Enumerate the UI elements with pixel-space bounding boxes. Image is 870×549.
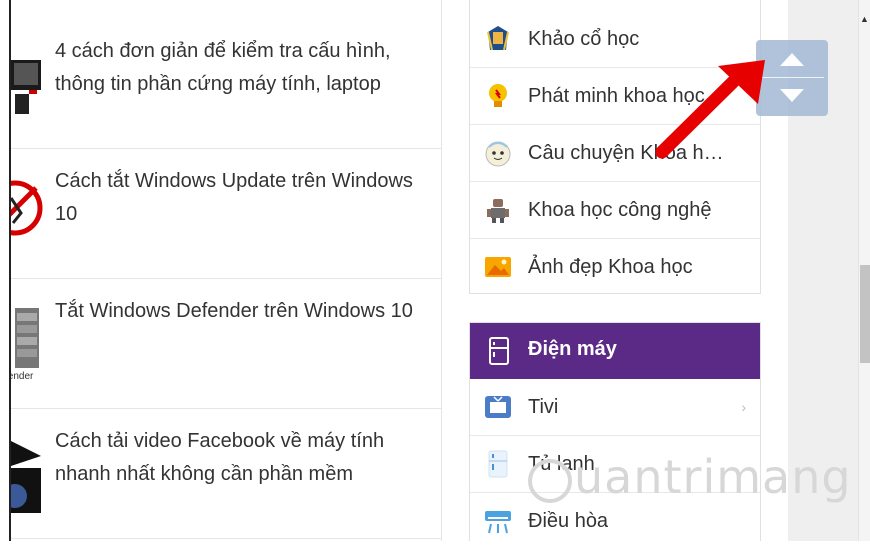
article-thumbnail bbox=[11, 50, 43, 122]
category-label: Ảnh đẹp Khoa học bbox=[528, 255, 693, 278]
article-thumbnail: fender bbox=[11, 303, 43, 393]
fridge-icon bbox=[488, 450, 508, 478]
scrollbar-thumb[interactable] bbox=[860, 265, 870, 363]
lightbulb-icon bbox=[489, 84, 507, 107]
article-item[interactable]: 4 cách đơn giản để kiểm tra cấu hình, th… bbox=[11, 0, 441, 149]
watermark-text: uantrimang bbox=[574, 450, 852, 504]
category-item-technology[interactable]: Khoa học công nghệ bbox=[470, 182, 760, 239]
air-conditioner-icon bbox=[485, 511, 511, 534]
category-label: Điều hòa bbox=[528, 509, 609, 532]
page-left-edge bbox=[0, 0, 11, 541]
watermark-logo: uantrimang bbox=[528, 450, 852, 504]
fridge-outline-icon bbox=[489, 337, 509, 365]
scroll-to-top-icon[interactable] bbox=[778, 50, 806, 68]
article-item[interactable]: fender Tắt Windows Defender trên Windows… bbox=[11, 278, 441, 409]
tv-icon bbox=[485, 396, 511, 418]
pharaoh-icon bbox=[487, 26, 509, 51]
article-thumbnail bbox=[11, 436, 43, 516]
robot-icon bbox=[487, 199, 509, 223]
article-title[interactable]: Cách tải video Facebook về máy tính nhan… bbox=[55, 425, 435, 491]
thumbnail-caption: fender bbox=[11, 371, 34, 382]
article-title[interactable]: 4 cách đơn giản để kiểm tra cấu hình, th… bbox=[55, 35, 435, 101]
category-label: Khảo cổ học bbox=[528, 28, 640, 50]
article-title[interactable]: Tắt Windows Defender trên Windows 10 bbox=[55, 295, 435, 328]
category-label: Tivi bbox=[528, 395, 559, 418]
electronics-category-menu: Điện máy Tivi › Tủ lạnh Điều hòa bbox=[469, 322, 761, 541]
red-annotation-arrow-icon bbox=[655, 60, 765, 159]
article-item[interactable]: Cách tải video Facebook về máy tính nhan… bbox=[11, 408, 441, 539]
article-thumbnail bbox=[11, 168, 43, 240]
article-item[interactable]: Cách tắt Windows Update trên Windows 10 bbox=[11, 148, 441, 279]
electronics-header[interactable]: Điện máy bbox=[470, 323, 760, 379]
article-list: 4 cách đơn giản để kiểm tra cấu hình, th… bbox=[11, 0, 442, 541]
picture-icon bbox=[485, 257, 511, 277]
chevron-right-icon: › bbox=[741, 399, 746, 415]
scroll-up-arrow-icon[interactable]: ▲ bbox=[860, 14, 869, 24]
electronics-header-label: Điện máy bbox=[528, 338, 617, 360]
category-label: Khoa học công nghệ bbox=[528, 198, 712, 221]
story-icon bbox=[485, 141, 511, 167]
category-item-photos[interactable]: Ảnh đẹp Khoa học bbox=[470, 239, 760, 295]
article-title[interactable]: Cách tắt Windows Update trên Windows 10 bbox=[55, 165, 435, 231]
watermark-q-icon bbox=[528, 458, 572, 503]
category-item-tv[interactable]: Tivi › bbox=[470, 379, 760, 436]
scroll-to-bottom-icon[interactable] bbox=[778, 87, 806, 105]
